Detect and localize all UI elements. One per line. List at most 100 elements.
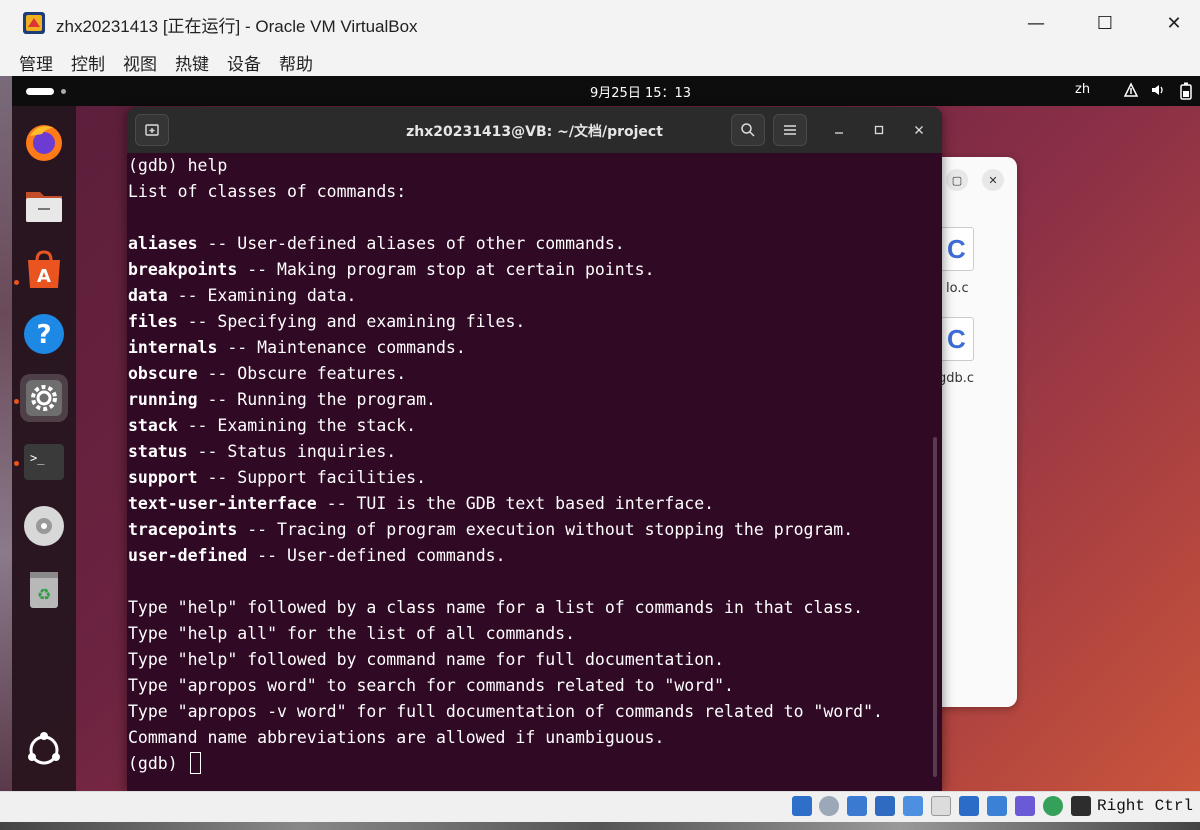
ubuntu-logo-icon (28, 732, 60, 765)
terminal-text: -- User-defined commands. (247, 546, 506, 565)
svg-text:A: A (37, 266, 51, 287)
window-title: zhx20231413 [正在运行] - Oracle VM VirtualBo… (56, 17, 418, 36)
svg-text:♻: ♻ (37, 585, 51, 604)
terminal-minimize-button[interactable] (828, 119, 850, 141)
host-desktop-strip (0, 76, 12, 791)
dock-trash[interactable]: ♻ (20, 566, 68, 614)
terminal-text: Type "help all" for the list of all comm… (128, 624, 576, 643)
terminal-text: -- Tracing of program execution without … (237, 520, 854, 539)
terminal-text: -- Support facilities. (197, 468, 427, 487)
terminal-line: obscure -- Obscure features. (128, 361, 928, 387)
cpu-status-icon[interactable] (1015, 796, 1035, 816)
files-close-button[interactable]: ✕ (982, 169, 1004, 191)
close-button[interactable]: ✕ (1151, 8, 1197, 38)
dock-app-center[interactable]: A (20, 246, 68, 294)
maximize-button[interactable]: ☐ (1082, 8, 1128, 38)
terminal-line: data -- Examining data. (128, 283, 928, 309)
command-class-name: files (128, 312, 178, 331)
file-label[interactable]: gdb.c (938, 371, 974, 386)
command-class-name: running (128, 390, 198, 409)
terminal-text: Type "apropos word" to search for comman… (128, 676, 734, 695)
keyboard-capture-status-icon[interactable] (1071, 796, 1091, 816)
command-class-name: text-user-interface (128, 494, 317, 513)
menu-hotkeys[interactable]: 热键 (175, 50, 209, 75)
terminal-text: -- Making program stop at certain points… (237, 260, 655, 279)
terminal-icon: >_ (24, 444, 64, 480)
menu-view[interactable]: 视图 (123, 50, 157, 75)
hamburger-menu-icon (784, 125, 796, 135)
terminal-maximize-button[interactable] (868, 119, 890, 141)
command-class-name: obscure (128, 364, 198, 383)
terminal-window[interactable]: zhx20231413@VB: ~/文档/project (gdb) help L… (127, 107, 942, 791)
c-file-icon[interactable]: C (940, 227, 974, 271)
file-label[interactable]: lo.c (946, 281, 969, 296)
network-icon[interactable] (1123, 82, 1139, 100)
terminal-text: -- User-defined aliases of other command… (197, 234, 625, 253)
terminal-line: text-user-interface -- TUI is the GDB te… (128, 491, 928, 517)
battery-icon[interactable] (1178, 82, 1194, 100)
c-file-icon[interactable]: C (940, 317, 974, 361)
text-cursor (189, 752, 201, 774)
terminal-text: -- Maintenance commands. (217, 338, 466, 357)
display-status-icon[interactable] (959, 796, 979, 816)
menu-manage[interactable]: 管理 (19, 50, 53, 75)
minimize-button[interactable]: — (1013, 8, 1059, 38)
files-icon (26, 192, 62, 222)
virtualbox-menubar: 管理 控制 视图 热键 设备 帮助 (0, 46, 1200, 76)
terminal-text: Type "help" followed by command name for… (128, 650, 725, 669)
dock-disc[interactable] (20, 502, 68, 550)
shared-folders-status-icon[interactable] (931, 796, 951, 816)
guest-topbar: 9月25日 15：13 zh (12, 76, 1200, 106)
search-icon (741, 123, 755, 137)
terminal-line: (gdb) help (128, 153, 928, 179)
menu-help[interactable]: 帮助 (279, 50, 313, 75)
svg-text:?: ? (36, 320, 51, 350)
files-maximize-button[interactable]: ▢ (946, 169, 968, 191)
terminal-title: zhx20231413@VB: ~/文档/project (406, 124, 663, 140)
terminal-text: -- TUI is the GDB text based interface. (316, 494, 715, 513)
volume-icon[interactable] (1150, 82, 1166, 100)
audio-status-icon[interactable] (847, 796, 867, 816)
terminal-close-button[interactable] (908, 119, 930, 141)
terminal-line: status -- Status inquiries. (128, 439, 928, 465)
terminal-scrollbar[interactable] (933, 437, 937, 777)
mouse-integration-status-icon[interactable] (1043, 796, 1063, 816)
dock-terminal[interactable]: >_ (20, 438, 68, 486)
input-language[interactable]: zh (1075, 82, 1090, 97)
terminal-text: -- Examining data. (167, 286, 357, 305)
menu-devices[interactable]: 设备 (227, 50, 261, 75)
dock-files[interactable] (20, 182, 68, 230)
usb-status-icon[interactable] (903, 796, 923, 816)
dock-firefox[interactable] (20, 118, 68, 166)
terminal-line: support -- Support facilities. (128, 465, 928, 491)
terminal-prompt-line[interactable]: (gdb) (128, 751, 928, 777)
terminal-line: Type "help" followed by command name for… (128, 647, 928, 673)
terminal-text: Type "help" followed by a class name for… (128, 598, 864, 617)
app-center-icon: A (28, 250, 60, 288)
activities-indicator[interactable] (26, 88, 54, 95)
terminal-output[interactable]: (gdb) help List of classes of commands: al… (128, 153, 928, 789)
optical-drive-status-icon[interactable] (819, 796, 839, 816)
dock-help[interactable]: ? (20, 310, 68, 358)
dock-settings[interactable] (20, 374, 68, 422)
menu-control[interactable]: 控制 (71, 50, 105, 75)
dock-show-apps[interactable] (20, 726, 68, 774)
terminal-line: running -- Running the program. (128, 387, 928, 413)
close-icon (915, 126, 923, 134)
terminal-line: Type "apropos word" to search for comman… (128, 673, 928, 699)
workspace-dot (61, 89, 66, 94)
gdb-prompt: (gdb) (128, 754, 188, 773)
terminal-line: Type "help" followed by a class name for… (128, 595, 928, 621)
terminal-menu-button[interactable] (773, 114, 807, 146)
host-key-label: Right Ctrl (1097, 797, 1194, 815)
terminal-text: -- Status inquiries. (187, 442, 397, 461)
terminal-line: aliases -- User-defined aliases of other… (128, 231, 928, 257)
network-status-icon[interactable] (875, 796, 895, 816)
clock[interactable]: 9月25日 15：13 (590, 82, 691, 101)
terminal-line: files -- Specifying and examining files. (128, 309, 928, 335)
files-window[interactable]: ▢ ✕ C lo.c C gdb.c (932, 157, 1017, 707)
terminal-search-button[interactable] (731, 114, 765, 146)
recording-status-icon[interactable] (987, 796, 1007, 816)
hard-disk-status-icon[interactable] (792, 796, 812, 816)
